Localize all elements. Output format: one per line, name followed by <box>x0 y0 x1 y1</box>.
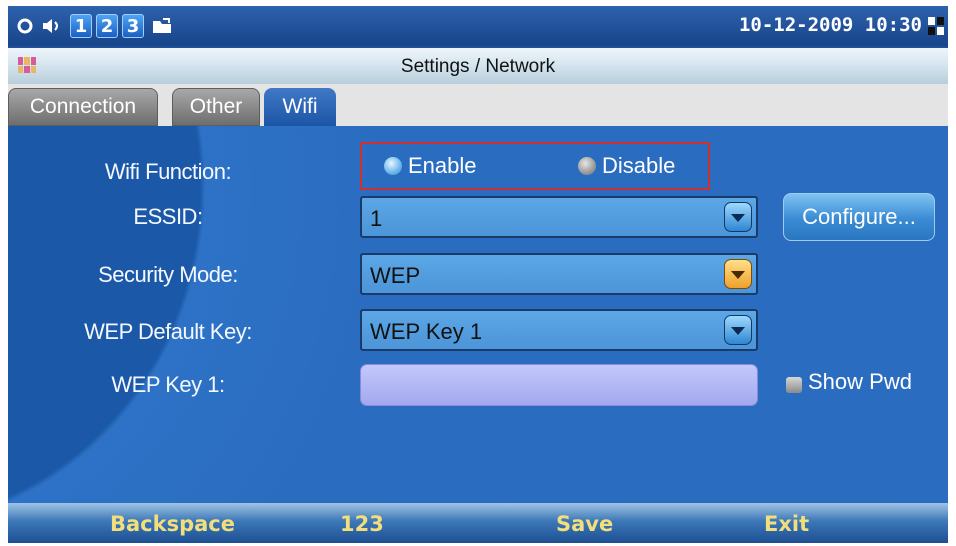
status-bar: 1 2 3 10-12-2009 10:30 <box>8 6 948 46</box>
softkey-save[interactable]: Save <box>556 512 613 536</box>
line-1-indicator[interactable]: 1 <box>70 14 92 38</box>
wifi-settings-panel: Wifi Function: Enable Disable ESSID: 1 C… <box>8 126 948 503</box>
essid-label: ESSID: <box>133 204 203 229</box>
softkey-bar: Backspace 123 Save Exit <box>8 503 948 543</box>
tab-wifi[interactable]: Wifi <box>264 88 336 126</box>
softkey-backspace[interactable]: Backspace <box>110 512 235 536</box>
wep-default-key-label: WEP Default Key: <box>84 319 252 344</box>
line-3-indicator[interactable]: 3 <box>122 14 144 38</box>
enable-radio-label[interactable]: Enable <box>408 153 477 179</box>
circle-icon <box>14 14 36 38</box>
security-mode-value: WEP <box>370 263 421 288</box>
wep-key-1-input[interactable] <box>360 364 758 406</box>
essid-value: 1 <box>370 206 383 231</box>
title-bar: Settings / Network <box>8 48 948 84</box>
wifi-function-radio-group: Enable Disable <box>360 142 710 190</box>
tab-other[interactable]: Other <box>172 88 260 126</box>
speaker-icon <box>40 14 66 38</box>
chevron-down-icon[interactable] <box>724 315 752 345</box>
softkey-123[interactable]: 123 <box>340 512 384 536</box>
folder-icon <box>150 14 174 38</box>
enable-radio[interactable] <box>384 157 402 175</box>
security-mode-label: Security Mode: <box>98 262 238 287</box>
essid-select[interactable]: 1 <box>360 196 758 238</box>
tab-bar: Connection Other Wifi <box>8 84 948 126</box>
configure-button[interactable]: Configure... <box>783 193 935 241</box>
disable-radio[interactable] <box>578 157 596 175</box>
wep-default-key-value: WEP Key 1 <box>370 319 483 344</box>
disable-radio-label[interactable]: Disable <box>602 153 675 179</box>
phone-screen: 1 2 3 10-12-2009 10:30 Settings / Networ… <box>8 6 948 543</box>
datetime: 10-12-2009 10:30 <box>738 14 922 36</box>
security-mode-select[interactable]: WEP <box>360 253 758 295</box>
softkey-exit[interactable]: Exit <box>764 512 809 536</box>
tab-connection[interactable]: Connection <box>8 88 158 126</box>
chevron-down-icon[interactable] <box>724 259 752 289</box>
show-pwd-checkbox[interactable] <box>786 377 802 393</box>
show-pwd-label[interactable]: Show Pwd <box>808 369 912 395</box>
grid-icon <box>928 17 944 35</box>
wep-key-1-label: WEP Key 1: <box>111 372 225 397</box>
page-title: Settings / Network <box>400 56 556 77</box>
wifi-function-label: Wifi Function: <box>104 159 232 184</box>
chevron-down-icon[interactable] <box>724 202 752 232</box>
wep-default-key-select[interactable]: WEP Key 1 <box>360 309 758 351</box>
line-2-indicator[interactable]: 2 <box>96 14 118 38</box>
